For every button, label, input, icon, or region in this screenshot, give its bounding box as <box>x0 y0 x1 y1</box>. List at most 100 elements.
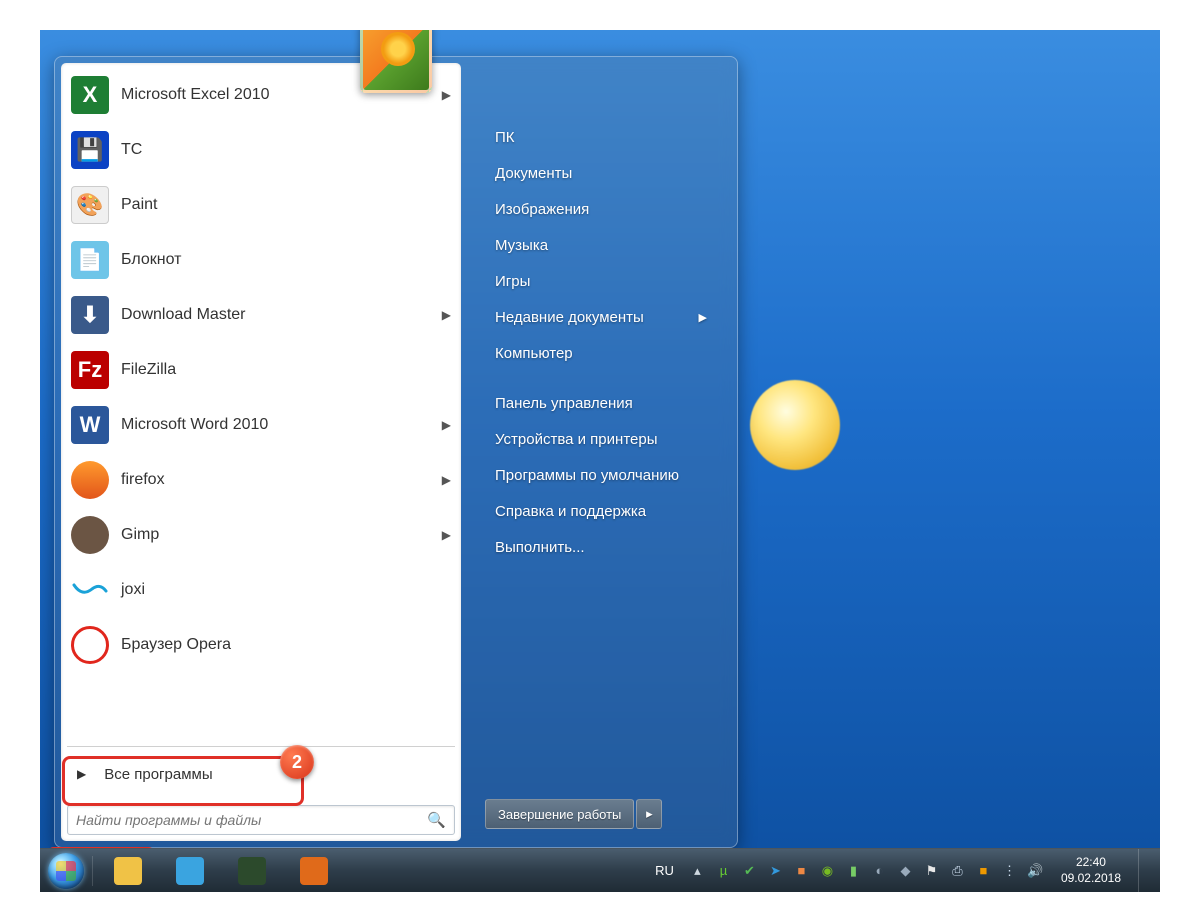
right-menu-item[interactable]: ПК <box>485 119 717 155</box>
right-item-label: Панель управления <box>495 395 633 412</box>
program-item[interactable]: 💾 TC <box>63 122 459 177</box>
submenu-arrow-icon: ▶ <box>442 418 451 432</box>
tray-utorrent-icon[interactable]: µ <box>715 862 732 879</box>
program-label: Microsoft Excel 2010 <box>121 86 442 104</box>
right-menu-item[interactable]: Панель управления <box>485 385 717 421</box>
note-icon: 📄 <box>71 241 109 279</box>
right-item-label: ПК <box>495 129 515 146</box>
right-menu-item[interactable]: Программы по умолчанию <box>485 457 717 493</box>
paint-icon: 🎨 <box>71 186 109 224</box>
submenu-arrow-icon: ▶ <box>442 88 451 102</box>
right-item-label: Музыка <box>495 237 548 254</box>
dm-icon: ⬇ <box>71 296 109 334</box>
right-menu-item[interactable]: Изображения <box>485 191 717 227</box>
program-label: TC <box>121 141 451 159</box>
right-menu-item[interactable]: Устройства и принтеры <box>485 421 717 457</box>
program-label: Блокнот <box>121 251 451 269</box>
program-item[interactable]: ⬇ Download Master▶ <box>63 287 459 342</box>
clock-date: 09.02.2018 <box>1061 871 1121 887</box>
program-list: XMicrosoft Excel 2010▶💾TC🎨Paint📄Блокнот⬇… <box>61 63 461 744</box>
program-item[interactable]: X Microsoft Excel 2010▶ <box>63 67 459 122</box>
search-input[interactable] <box>76 812 427 828</box>
submenu-arrow-icon: ▶ <box>699 311 707 324</box>
submenu-arrow-icon: ▶ <box>442 308 451 322</box>
all-programs-button[interactable]: ▶ Все программы <box>65 753 457 795</box>
tray-network-icon[interactable]: ▮ <box>845 862 862 879</box>
tray-telegram-icon[interactable]: ➤ <box>767 862 784 879</box>
opera-icon <box>71 626 109 664</box>
program-label: FileZilla <box>121 361 451 379</box>
program-item[interactable]: W Microsoft Word 2010▶ <box>63 397 459 452</box>
program-label: Paint <box>121 196 451 214</box>
clock[interactable]: 22:40 09.02.2018 <box>1053 855 1129 886</box>
program-item[interactable]: Gimp▶ <box>63 507 459 562</box>
tray-icons: ▴ µ ✔ ➤ ■ ◉ ▮ ◐ ◆ ⚑ ⎙ ■ ⋮ 🔊 <box>689 862 1044 879</box>
chevron-right-icon: ▶ <box>77 767 86 781</box>
search-icon: 🔍 <box>427 811 446 829</box>
program-item[interactable]: firefox▶ <box>63 452 459 507</box>
right-item-label: Выполнить... <box>495 539 585 556</box>
shutdown-label: Завершение работы <box>498 807 621 822</box>
task-manager-icon <box>238 857 266 885</box>
word-icon: W <box>71 406 109 444</box>
program-item[interactable]: Fz FileZilla <box>63 342 459 397</box>
right-menu-item[interactable]: Выполнить... <box>485 529 717 565</box>
right-menu-item[interactable]: Документы <box>485 155 717 191</box>
gimp-icon <box>71 516 109 554</box>
program-item[interactable]: Браузер Opera <box>63 617 459 672</box>
search-box[interactable]: 🔍 <box>67 805 455 835</box>
taskbar-app-telegram[interactable] <box>161 853 219 889</box>
program-label: Браузер Opera <box>121 636 451 654</box>
clock-time: 22:40 <box>1061 855 1121 871</box>
taskbar-app-firefox[interactable] <box>285 853 343 889</box>
program-item[interactable]: 📄 Блокнот <box>63 232 459 287</box>
explorer-icon <box>114 857 142 885</box>
program-label: Microsoft Word 2010 <box>121 416 442 434</box>
telegram-icon <box>176 857 204 885</box>
right-menu-item[interactable]: Недавние документы▶ <box>485 299 717 335</box>
taskbar-app-task-manager[interactable] <box>223 853 281 889</box>
right-menu-item[interactable]: Музыка <box>485 227 717 263</box>
program-label: joxi <box>121 581 451 599</box>
program-item[interactable]: 🎨 Paint <box>63 177 459 232</box>
start-menu: XMicrosoft Excel 2010▶💾TC🎨Paint📄Блокнот⬇… <box>54 56 738 848</box>
start-menu-right: ПК Документы Изображения Музыка ИгрыНедавние… <box>461 63 731 841</box>
tray-gift-icon[interactable]: ■ <box>793 862 810 879</box>
start-button[interactable] <box>44 849 88 893</box>
search-row: 🔍 <box>61 799 461 841</box>
tray-printer-icon[interactable]: ⎙ <box>949 862 966 879</box>
program-label: firefox <box>121 471 442 489</box>
start-menu-left: XMicrosoft Excel 2010▶💾TC🎨Paint📄Блокнот⬇… <box>61 63 461 841</box>
windows-orb-icon <box>48 853 84 889</box>
program-label: Download Master <box>121 306 442 324</box>
shutdown-button[interactable]: Завершение работы <box>485 799 634 829</box>
joxi-icon <box>71 571 109 609</box>
tray-volume-icon[interactable]: 🔊 <box>1027 862 1044 879</box>
fz-icon: Fz <box>71 351 109 389</box>
right-menu-item[interactable]: Игры <box>485 263 717 299</box>
right-item-label: Устройства и принтеры <box>495 431 657 448</box>
right-menu-item[interactable]: Компьютер <box>485 335 717 371</box>
excel-icon: X <box>71 76 109 114</box>
tray-check-icon[interactable]: ✔ <box>741 862 758 879</box>
taskbar: RU ▴ µ ✔ ➤ ■ ◉ ▮ ◐ ◆ ⚑ ⎙ ■ ⋮ 🔊 22:40 09.02.2018 <box>40 848 1160 892</box>
desktop: XMicrosoft Excel 2010▶💾TC🎨Paint📄Блокнот⬇… <box>40 30 1160 892</box>
ff-icon <box>71 461 109 499</box>
shutdown-options-button[interactable]: ▸ <box>636 799 662 829</box>
tray-vpn-icon[interactable]: ■ <box>975 862 992 879</box>
right-item-label: Документы <box>495 165 572 182</box>
tray-nvidia-icon[interactable]: ◉ <box>819 862 836 879</box>
submenu-arrow-icon: ▶ <box>442 528 451 542</box>
right-menu-item[interactable]: Справка и поддержка <box>485 493 717 529</box>
taskbar-app-explorer[interactable] <box>99 853 157 889</box>
tray-flag-icon[interactable]: ⚑ <box>923 862 940 879</box>
tray-dropbox-icon[interactable]: ◆ <box>897 862 914 879</box>
show-desktop-button[interactable] <box>1138 849 1150 893</box>
program-item[interactable]: joxi <box>63 562 459 617</box>
separator <box>92 856 93 886</box>
language-indicator[interactable]: RU <box>655 863 674 878</box>
tc-icon: 💾 <box>71 131 109 169</box>
tray-show-hidden-icon[interactable]: ▴ <box>689 862 706 879</box>
tray-globe-icon[interactable]: ◐ <box>871 862 888 879</box>
tray-wifi-icon[interactable]: ⋮ <box>1001 862 1018 879</box>
